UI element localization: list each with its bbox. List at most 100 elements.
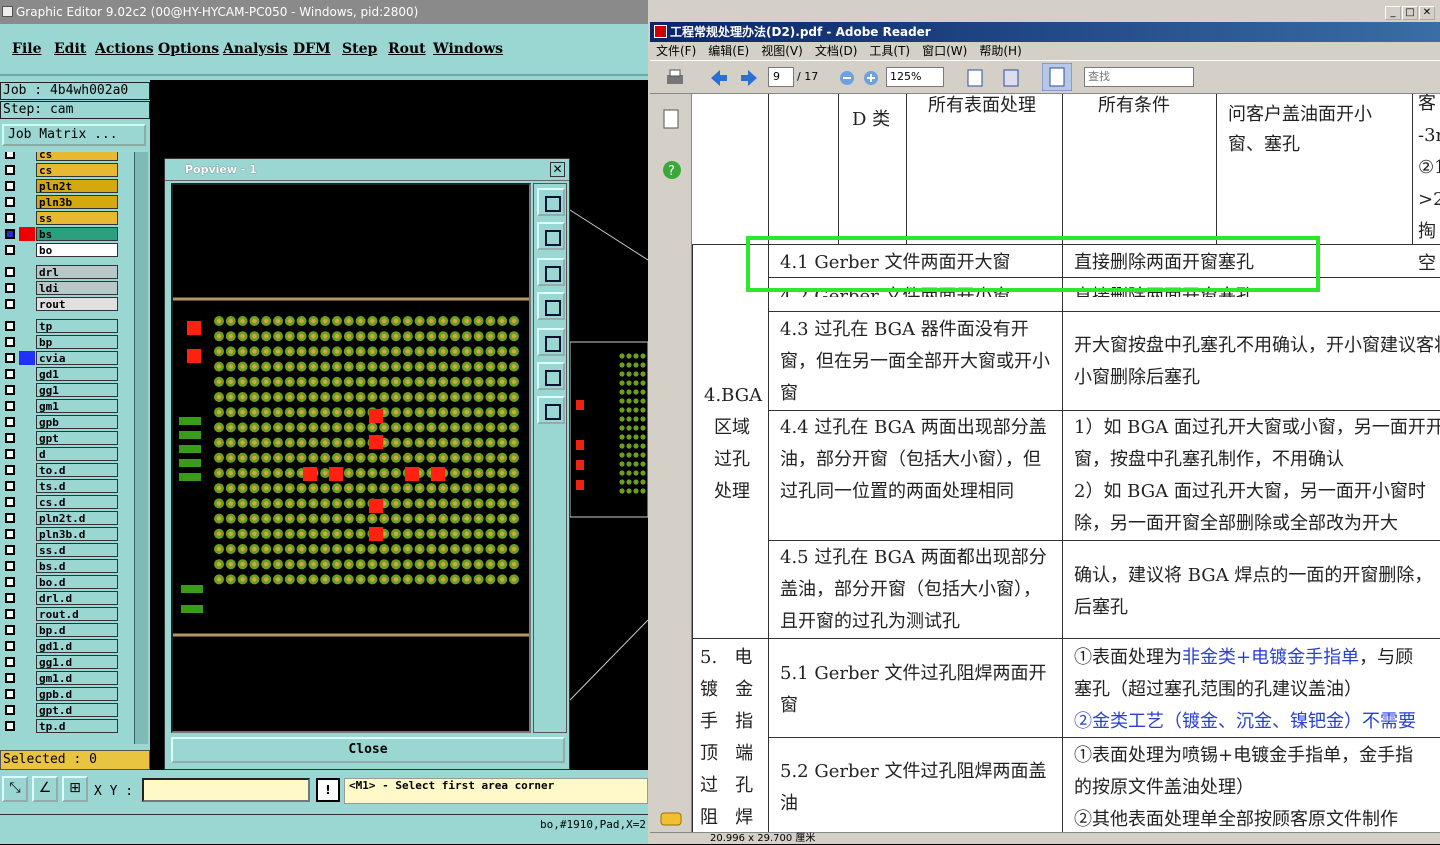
layer-row[interactable]: drl [0,264,122,280]
layer-name[interactable]: drl.d [36,591,118,605]
menu-analysis[interactable]: Analysis [223,41,288,57]
layer-name[interactable]: gd1.d [36,639,118,653]
layer-name[interactable]: cs.d [36,495,118,509]
layer-row[interactable]: pln3b.d [0,526,122,542]
layer-row[interactable]: bo.d [0,574,122,590]
layer-row[interactable]: gm1.d [0,670,122,686]
layer-color-swatch[interactable] [19,319,35,333]
layer-checkbox[interactable] [5,497,15,507]
layer-list-scrollbar[interactable] [134,152,148,744]
popview-tool-center-icon[interactable] [537,396,565,424]
layer-name[interactable]: bs.d [36,559,118,573]
layer-row[interactable]: gpb [0,414,122,430]
popview-tool-down-icon[interactable] [537,258,565,286]
layer-row[interactable]: gd1 [0,366,122,382]
zoom-in-icon[interactable] [860,67,882,89]
layer-name[interactable]: gm1 [36,399,118,413]
reader-menu-help[interactable]: 帮助(H) [979,44,1021,58]
layer-checkbox[interactable] [5,299,15,309]
layer-color-swatch[interactable] [19,227,35,241]
menu-windows[interactable]: Windows [433,41,503,57]
layer-checkbox[interactable] [5,321,15,331]
layer-checkbox[interactable] [5,529,15,539]
layer-color-swatch[interactable] [19,211,35,225]
help-icon[interactable]: ? [662,160,682,180]
layer-color-swatch[interactable] [19,511,35,525]
layer-name[interactable]: gg1 [36,383,118,397]
layer-color-swatch[interactable] [19,297,35,311]
layer-checkbox[interactable] [5,465,15,475]
layer-name[interactable]: ss.d [36,543,118,557]
layer-checkbox[interactable] [5,657,15,667]
layer-color-swatch[interactable] [19,671,35,685]
reader-menu-edit[interactable]: 编辑(E) [708,44,749,58]
layer-row[interactable]: pln2t [0,178,122,194]
layer-color-swatch[interactable] [19,479,35,493]
layer-row[interactable]: cs [0,162,122,178]
reader-menu-view[interactable]: 视图(V) [761,44,803,58]
layer-row[interactable]: ss [0,210,122,226]
fit-page-icon[interactable] [1000,67,1022,89]
next-page-icon[interactable] [738,67,760,89]
layer-checkbox[interactable] [5,152,15,159]
layer-row[interactable]: gpt [0,430,122,446]
layer-checkbox[interactable] [5,705,15,715]
layer-row[interactable]: bp.d [0,622,122,638]
layer-color-swatch[interactable] [19,447,35,461]
menu-rout[interactable]: Rout [388,41,426,57]
layer-row[interactable]: pln3b [0,194,122,210]
layer-name[interactable]: bo [36,243,118,257]
layer-row[interactable]: bp [0,334,122,350]
layer-name[interactable]: tp.d [36,719,118,733]
layer-checkbox[interactable] [5,197,15,207]
close-icon[interactable]: ✕ [1419,6,1435,20]
menu-options[interactable]: Options [158,41,219,57]
layer-color-swatch[interactable] [19,399,35,413]
layer-row[interactable]: ts.d [0,478,122,494]
layer-color-swatch[interactable] [19,495,35,509]
minimize-icon[interactable]: _ [1385,6,1401,20]
xy-input[interactable] [142,778,310,802]
layer-name[interactable]: ss [36,211,118,225]
layer-name[interactable]: gpt [36,431,118,445]
layer-name[interactable]: gm1.d [36,671,118,685]
layer-checkbox[interactable] [5,417,15,427]
layer-color-swatch[interactable] [19,591,35,605]
layer-name[interactable]: tp [36,319,118,333]
layer-row[interactable]: rout.d [0,606,122,622]
layer-checkbox[interactable] [5,267,15,277]
layer-checkbox[interactable] [5,433,15,443]
layer-name[interactable]: d [36,447,118,461]
layer-checkbox[interactable] [5,481,15,491]
popview-close-button[interactable]: Close [171,737,565,763]
layer-checkbox[interactable] [5,561,15,571]
popview-tool-right-icon[interactable] [537,328,565,356]
layer-color-swatch[interactable] [19,463,35,477]
layer-color-swatch[interactable] [19,243,35,257]
layer-name[interactable]: pln3b [36,195,118,209]
layer-checkbox[interactable] [5,337,15,347]
layer-row[interactable]: pln2t.d [0,510,122,526]
layer-checkbox[interactable] [5,593,15,603]
layer-color-swatch[interactable] [19,367,35,381]
layer-checkbox[interactable] [5,353,15,363]
popview-close-icon[interactable]: ✕ [550,162,565,177]
layer-row[interactable]: bo [0,242,122,258]
layer-checkbox[interactable] [5,213,15,223]
popview-tool-left-icon[interactable] [537,292,565,320]
layer-color-swatch[interactable] [19,431,35,445]
prev-page-icon[interactable] [708,67,730,89]
page-number-input[interactable]: 9 [768,67,794,87]
layer-name[interactable]: drl [36,265,118,279]
layer-checkbox[interactable] [5,245,15,255]
menu-actions[interactable]: Actions [95,41,154,57]
layer-color-swatch[interactable] [19,655,35,669]
layer-color-swatch[interactable] [19,265,35,279]
layer-color-swatch[interactable] [19,607,35,621]
layer-row[interactable]: bs.d [0,558,122,574]
layer-row[interactable]: gd1.d [0,638,122,654]
layer-color-swatch[interactable] [19,543,35,557]
layer-color-swatch[interactable] [19,639,35,653]
layer-checkbox[interactable] [5,625,15,635]
layer-checkbox[interactable] [5,545,15,555]
